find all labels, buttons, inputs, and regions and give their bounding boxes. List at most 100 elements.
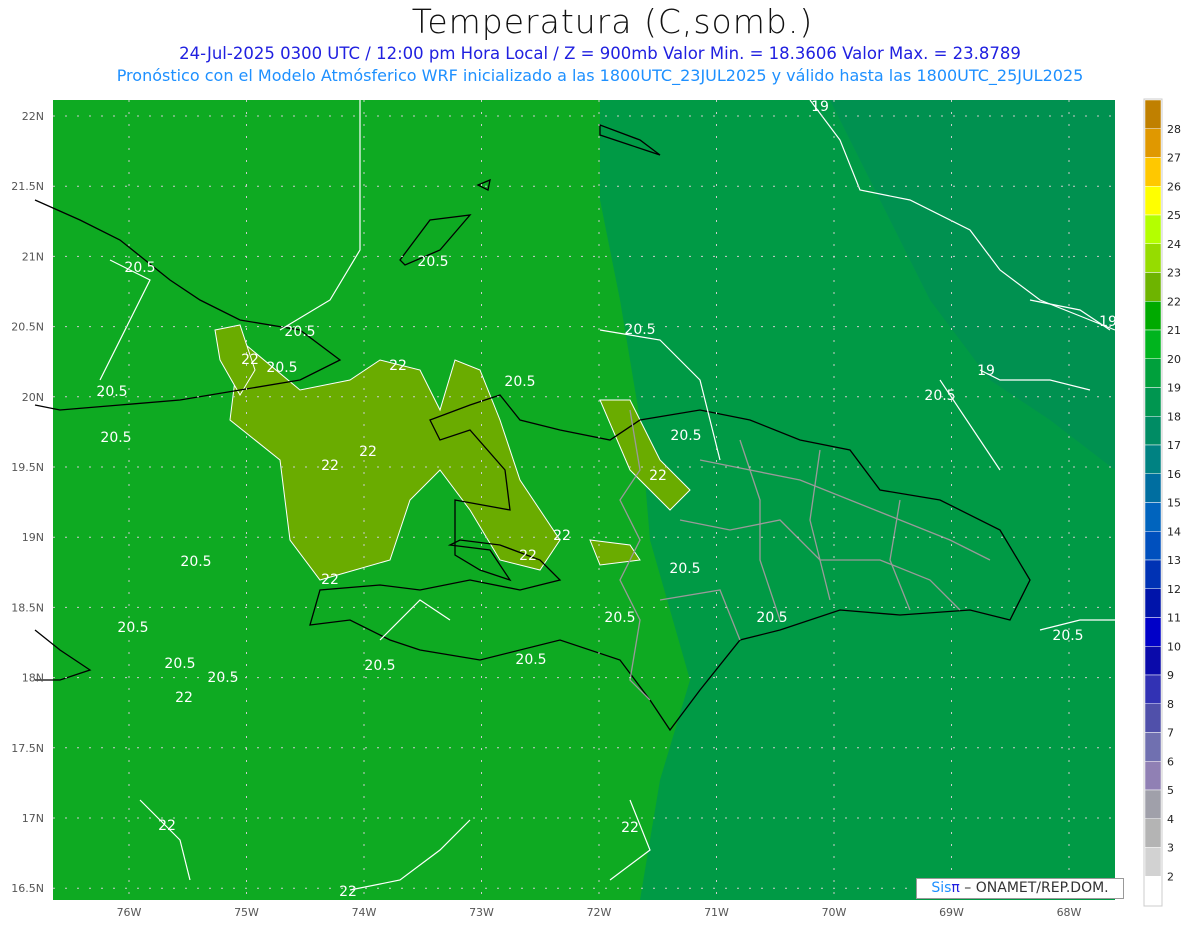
colorbar-label: 18 <box>1167 410 1181 423</box>
colorbar-swatch <box>1144 243 1162 273</box>
subtitle-model-info: Pronóstico con el Modelo Atmósferico WRF… <box>116 66 1084 85</box>
contour-label: 20.5 <box>504 374 535 390</box>
lon-tick-label: 68W <box>1057 906 1082 919</box>
contour-label: 20.5 <box>180 554 211 570</box>
lat-tick-label: 21.5N <box>11 180 44 193</box>
colorbar-label: 20 <box>1167 353 1181 366</box>
colorbar-label: 22 <box>1167 295 1181 308</box>
colorbar-swatch <box>1144 559 1162 589</box>
colorbar-swatch <box>1144 703 1162 733</box>
lon-tick-label: 70W <box>822 906 847 919</box>
contour-label: 22 <box>649 468 667 484</box>
colorbar-swatch <box>1144 674 1162 704</box>
colorbar-swatch <box>1144 416 1162 446</box>
contour-label: 19 <box>811 99 829 115</box>
colorbar-swatch <box>1144 157 1162 187</box>
colorbar-label: 10 <box>1167 640 1181 653</box>
contour-label: 20.5 <box>364 658 395 674</box>
colorbar-label: 25 <box>1167 209 1181 222</box>
contour-label: 20.5 <box>1052 628 1083 644</box>
contour-label: 22 <box>339 884 357 900</box>
contour-label: 22 <box>621 820 639 836</box>
colorbar-label: 17 <box>1167 439 1181 452</box>
lon-tick-label: 74W <box>352 906 377 919</box>
colorbar-label: 26 <box>1167 180 1181 193</box>
contour-label: 20.5 <box>756 610 787 626</box>
contour-label: 22 <box>553 528 571 544</box>
colorbar-swatch <box>1144 847 1162 877</box>
contour-label: 20.5 <box>117 620 148 636</box>
colorbar-swatch <box>1144 214 1162 244</box>
contour-label: 20.5 <box>284 324 315 340</box>
colorbar-swatch <box>1144 789 1162 819</box>
colorbar-label: 3 <box>1167 842 1174 855</box>
contour-label: 20.5 <box>266 360 297 376</box>
colorbar-label: 2 <box>1167 870 1174 883</box>
chart-title: Temperatura (C,somb.) <box>411 2 814 41</box>
lon-tick-label: 71W <box>704 906 729 919</box>
contour-label: 22 <box>519 548 537 564</box>
contour-label: 20.5 <box>100 430 131 446</box>
contour-label: 22 <box>241 352 259 368</box>
colorbar-swatch <box>1144 588 1162 618</box>
colorbar-label: 19 <box>1167 382 1181 395</box>
lat-tick-label: 21N <box>22 250 44 263</box>
colorbar-label: 27 <box>1167 152 1181 165</box>
credit-box: Sisπ – ONAMET/REP.DOM. <box>916 878 1124 899</box>
contour-label: 22 <box>175 690 193 706</box>
lon-tick-label: 73W <box>469 906 494 919</box>
lon-tick-label: 76W <box>117 906 142 919</box>
colorbar-swatch <box>1144 329 1162 359</box>
contour-label: 20.5 <box>624 322 655 338</box>
colorbar-label: 24 <box>1167 238 1181 251</box>
colorbar-swatch <box>1144 301 1162 331</box>
lat-tick-label: 18.5N <box>11 601 44 614</box>
lat-tick-label: 22N <box>22 110 44 123</box>
colorbar-swatch <box>1144 186 1162 216</box>
lat-tick-label: 16.5N <box>11 882 44 895</box>
credit-text: – ONAMET/REP.DOM. <box>959 880 1109 896</box>
colorbar-label: 13 <box>1167 554 1181 567</box>
colorbar-legend: 2827262524232221201918171615141312111098… <box>1143 98 1181 907</box>
credit-sis: Sis <box>931 880 952 896</box>
contour-label: 22 <box>321 572 339 588</box>
colorbar-label: 9 <box>1167 669 1174 682</box>
colorbar-label: 6 <box>1167 755 1174 768</box>
colorbar-label: 16 <box>1167 468 1181 481</box>
colorbar-label: 12 <box>1167 583 1181 596</box>
lon-tick-label: 72W <box>587 906 612 919</box>
colorbar-swatch <box>1144 646 1162 676</box>
colorbar-swatch <box>1144 732 1162 762</box>
contour-label: 20.5 <box>515 652 546 668</box>
contour-label: 20.5 <box>669 561 700 577</box>
colorbar-swatch <box>1144 387 1162 417</box>
subtitle-valid-time: 24-Jul-2025 0300 UTC / 12:00 pm Hora Loc… <box>179 44 1021 63</box>
colorbar-swatch <box>1144 876 1162 906</box>
contour-label: 22 <box>158 818 176 834</box>
lat-tick-label: 17.5N <box>11 742 44 755</box>
colorbar-swatch <box>1144 272 1162 302</box>
credit-pi-logo: π <box>951 880 960 896</box>
colorbar-label: 15 <box>1167 497 1181 510</box>
lat-tick-label: 17N <box>22 812 44 825</box>
colorbar-label: 23 <box>1167 267 1181 280</box>
contour-label: 20.5 <box>604 610 635 626</box>
contour-label: 20.5 <box>924 388 955 404</box>
colorbar-label: 5 <box>1167 784 1174 797</box>
colorbar-swatch <box>1144 818 1162 848</box>
lat-tick-label: 19.5N <box>11 461 44 474</box>
lat-tick-label: 18N <box>22 672 44 685</box>
contour-label: 22 <box>321 458 339 474</box>
lon-tick-label: 69W <box>939 906 964 919</box>
contour-label: 20.5 <box>164 656 195 672</box>
colorbar-label: 8 <box>1167 698 1174 711</box>
colorbar-swatch <box>1144 617 1162 647</box>
contour-label: 22 <box>359 444 377 460</box>
lon-tick-label: 75W <box>234 906 259 919</box>
colorbar-swatch <box>1144 444 1162 474</box>
colorbar-label: 4 <box>1167 813 1174 826</box>
colorbar-label: 11 <box>1167 612 1181 625</box>
contour-label: 19 <box>1099 314 1117 330</box>
contour-label: 19 <box>977 363 995 379</box>
colorbar-label: 14 <box>1167 525 1181 538</box>
